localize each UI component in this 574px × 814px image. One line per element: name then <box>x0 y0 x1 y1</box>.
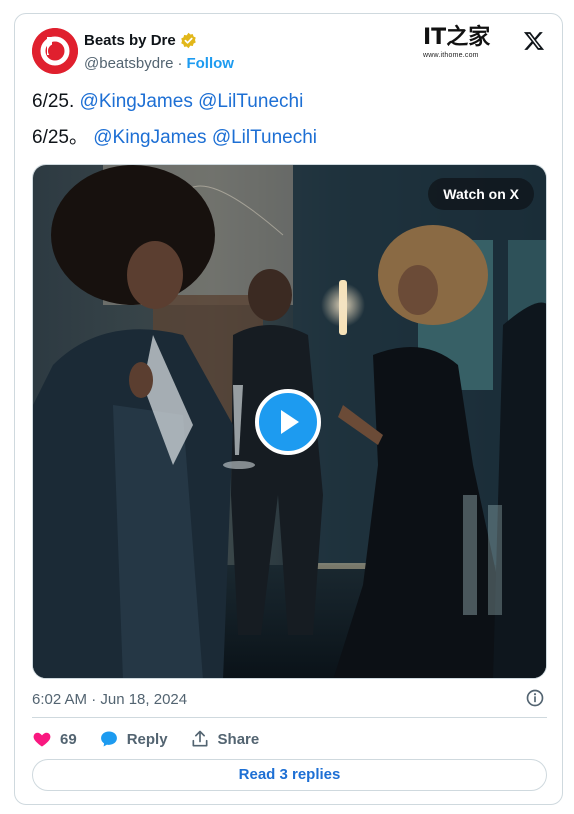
author-name-row: Beats by Dre <box>84 32 197 49</box>
author-display-name[interactable]: Beats by Dre <box>84 32 176 49</box>
avatar[interactable] <box>32 28 78 74</box>
tweet-date-text: 6/25. <box>32 91 80 112</box>
play-icon <box>281 410 299 434</box>
reply-button[interactable]: Reply <box>99 729 168 749</box>
watch-on-x-button[interactable]: Watch on X <box>428 178 534 210</box>
mention-link[interactable]: @KingJames <box>80 91 193 112</box>
beats-logo-icon <box>32 28 78 74</box>
ithome-url: www.ithome.com <box>423 52 479 59</box>
x-logo-icon[interactable] <box>523 30 545 52</box>
verified-badge-icon <box>180 32 196 49</box>
separator-dot: · <box>177 55 183 72</box>
mention-link[interactable]: @KingJames <box>93 127 206 148</box>
tweet-actions: 69 Reply Share <box>32 727 281 751</box>
play-button[interactable] <box>255 389 321 455</box>
share-button[interactable]: Share <box>190 729 260 749</box>
reply-bubble-icon <box>100 731 117 747</box>
like-button[interactable]: 69 <box>32 729 77 749</box>
mention-link[interactable]: @LilTunechi <box>198 91 303 112</box>
tweet-embed-card: Beats by Dre @beatsbydre · Follow IT之家 w… <box>14 13 563 805</box>
divider <box>32 717 547 718</box>
tweet-date-text: 6/25。 <box>32 127 94 148</box>
author-handle[interactable]: @beatsbydre <box>84 55 173 72</box>
tweet-text-line-1: 6/25. @KingJames @LilTunechi <box>32 91 303 113</box>
like-count: 69 <box>60 730 77 748</box>
reply-label: Reply <box>126 730 168 748</box>
heart-icon <box>33 732 51 747</box>
share-label: Share <box>217 730 260 748</box>
info-icon[interactable] <box>525 688 545 708</box>
read-replies-button[interactable]: Read 3 replies <box>32 759 547 791</box>
tweet-text-line-2: 6/25。 @KingJames @LilTunechi <box>32 122 317 149</box>
author-handle-row: @beatsbydre · Follow <box>84 55 234 72</box>
mention-link[interactable]: @LilTunechi <box>212 127 317 148</box>
tweet-timestamp[interactable]: 6:02 AM · Jun 18, 2024 <box>32 691 187 708</box>
ithome-brand-text: IT之家 <box>423 24 491 50</box>
follow-link[interactable]: Follow <box>186 55 234 72</box>
video-preview[interactable]: Watch on X <box>32 164 547 679</box>
share-icon <box>192 730 208 747</box>
